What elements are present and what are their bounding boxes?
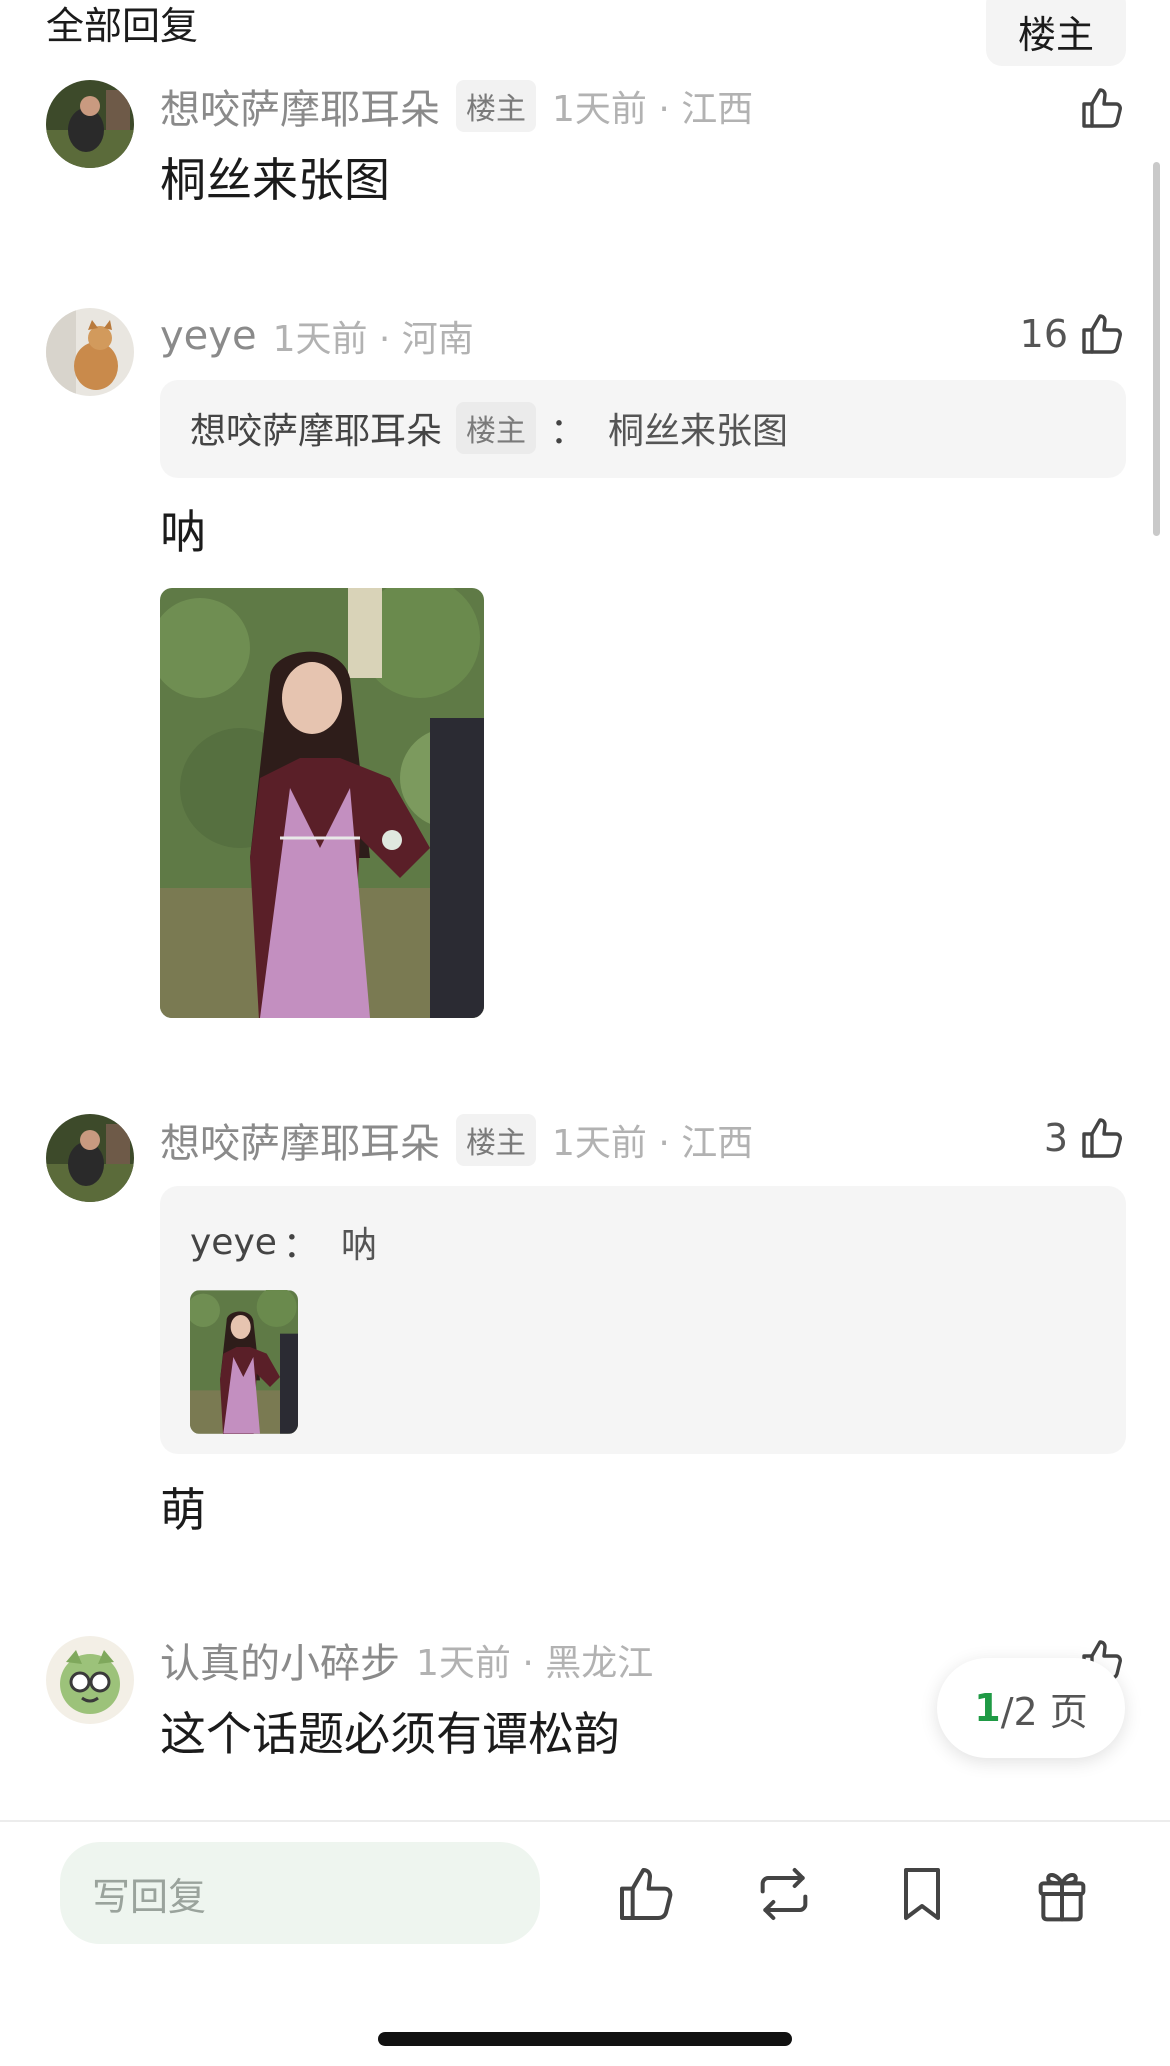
bookmark-icon[interactable] (890, 1862, 954, 1926)
quoted-text: 呐 (340, 1225, 377, 1266)
username[interactable]: 想咬萨摩耶耳朵 (160, 77, 440, 135)
reply-input[interactable]: 写回复 (60, 1842, 540, 1944)
current-page: 1 (974, 1686, 1001, 1730)
thumbs-up-icon (1078, 1114, 1126, 1162)
quoted-username: yeye (190, 1221, 277, 1263)
timestamp-location: 1天前 · 黑龙江 (416, 1643, 654, 1684)
quote-separator: ： (550, 411, 587, 452)
bottom-divider (0, 1820, 1170, 1822)
comment-meta: yeye 1天前 · 河南 (160, 310, 474, 362)
page-indicator[interactable]: 1 /2 页 (937, 1658, 1125, 1758)
quoted-line: yeye ： 呐 (190, 1216, 377, 1268)
repost-icon[interactable] (752, 1862, 816, 1926)
scrollbar[interactable] (1153, 162, 1160, 536)
avatar[interactable] (46, 1114, 134, 1202)
thumbs-up-icon (1078, 84, 1126, 132)
like-button[interactable] (1078, 80, 1126, 136)
timestamp-location: 1天前 · 河南 (272, 319, 474, 360)
avatar[interactable] (46, 80, 134, 168)
avatar[interactable] (46, 1636, 134, 1724)
comment-text: 呐 (160, 505, 206, 559)
username[interactable]: 想咬萨摩耶耳朵 (160, 1111, 440, 1169)
op-only-filter-button[interactable]: 楼主 (986, 0, 1126, 66)
comment-meta: 想咬萨摩耶耳朵 楼主 1天前 · 江西 (160, 77, 754, 135)
comment-meta: 认真的小碎步 1天前 · 黑龙江 (160, 1631, 654, 1689)
gift-icon[interactable] (1030, 1862, 1094, 1926)
timestamp-location: 1天前 · 江西 (552, 1123, 754, 1164)
quoted-text: 桐丝来张图 (608, 411, 789, 452)
comment-photo[interactable] (160, 588, 484, 1018)
page-title: 全部回复 (46, 4, 199, 48)
page-total: /2 页 (1000, 1689, 1088, 1734)
username[interactable]: yeye (160, 313, 257, 359)
quoted-reply[interactable]: yeye ： 呐 (160, 1186, 1126, 1454)
quoted-username: 想咬萨摩耶耳朵 (190, 411, 443, 452)
home-indicator[interactable] (378, 2032, 792, 2046)
like-button[interactable]: 16 (1020, 306, 1126, 362)
thumbs-up-icon (1078, 310, 1126, 358)
quoted-line: 想咬萨摩耶耳朵 楼主 ： 桐丝来张图 (190, 402, 788, 454)
comment-meta: 想咬萨摩耶耳朵 楼主 1天前 · 江西 (160, 1111, 754, 1169)
comment-text: 桐丝来张图 (160, 153, 390, 207)
quoted-photo-thumbnail[interactable] (190, 1290, 298, 1434)
op-badge: 楼主 (456, 402, 537, 454)
timestamp-location: 1天前 · 江西 (552, 89, 754, 130)
like-button[interactable]: 3 (1044, 1110, 1126, 1166)
quote-separator: ： (282, 1225, 319, 1266)
reply-placeholder: 写回复 (92, 1874, 207, 1919)
avatar[interactable] (46, 308, 134, 396)
like-icon[interactable] (614, 1862, 678, 1926)
op-badge: 楼主 (456, 1114, 536, 1166)
like-count: 16 (1019, 312, 1068, 356)
like-count: 3 (1043, 1116, 1068, 1160)
op-badge: 楼主 (456, 80, 536, 132)
comment-text: 这个话题必须有谭松韵 (160, 1707, 620, 1761)
comment-text: 萌 (160, 1483, 206, 1537)
quoted-reply[interactable]: 想咬萨摩耶耳朵 楼主 ： 桐丝来张图 (160, 380, 1126, 478)
header: 全部回复 楼主 (0, 0, 1170, 70)
username[interactable]: 认真的小碎步 (160, 1631, 400, 1689)
